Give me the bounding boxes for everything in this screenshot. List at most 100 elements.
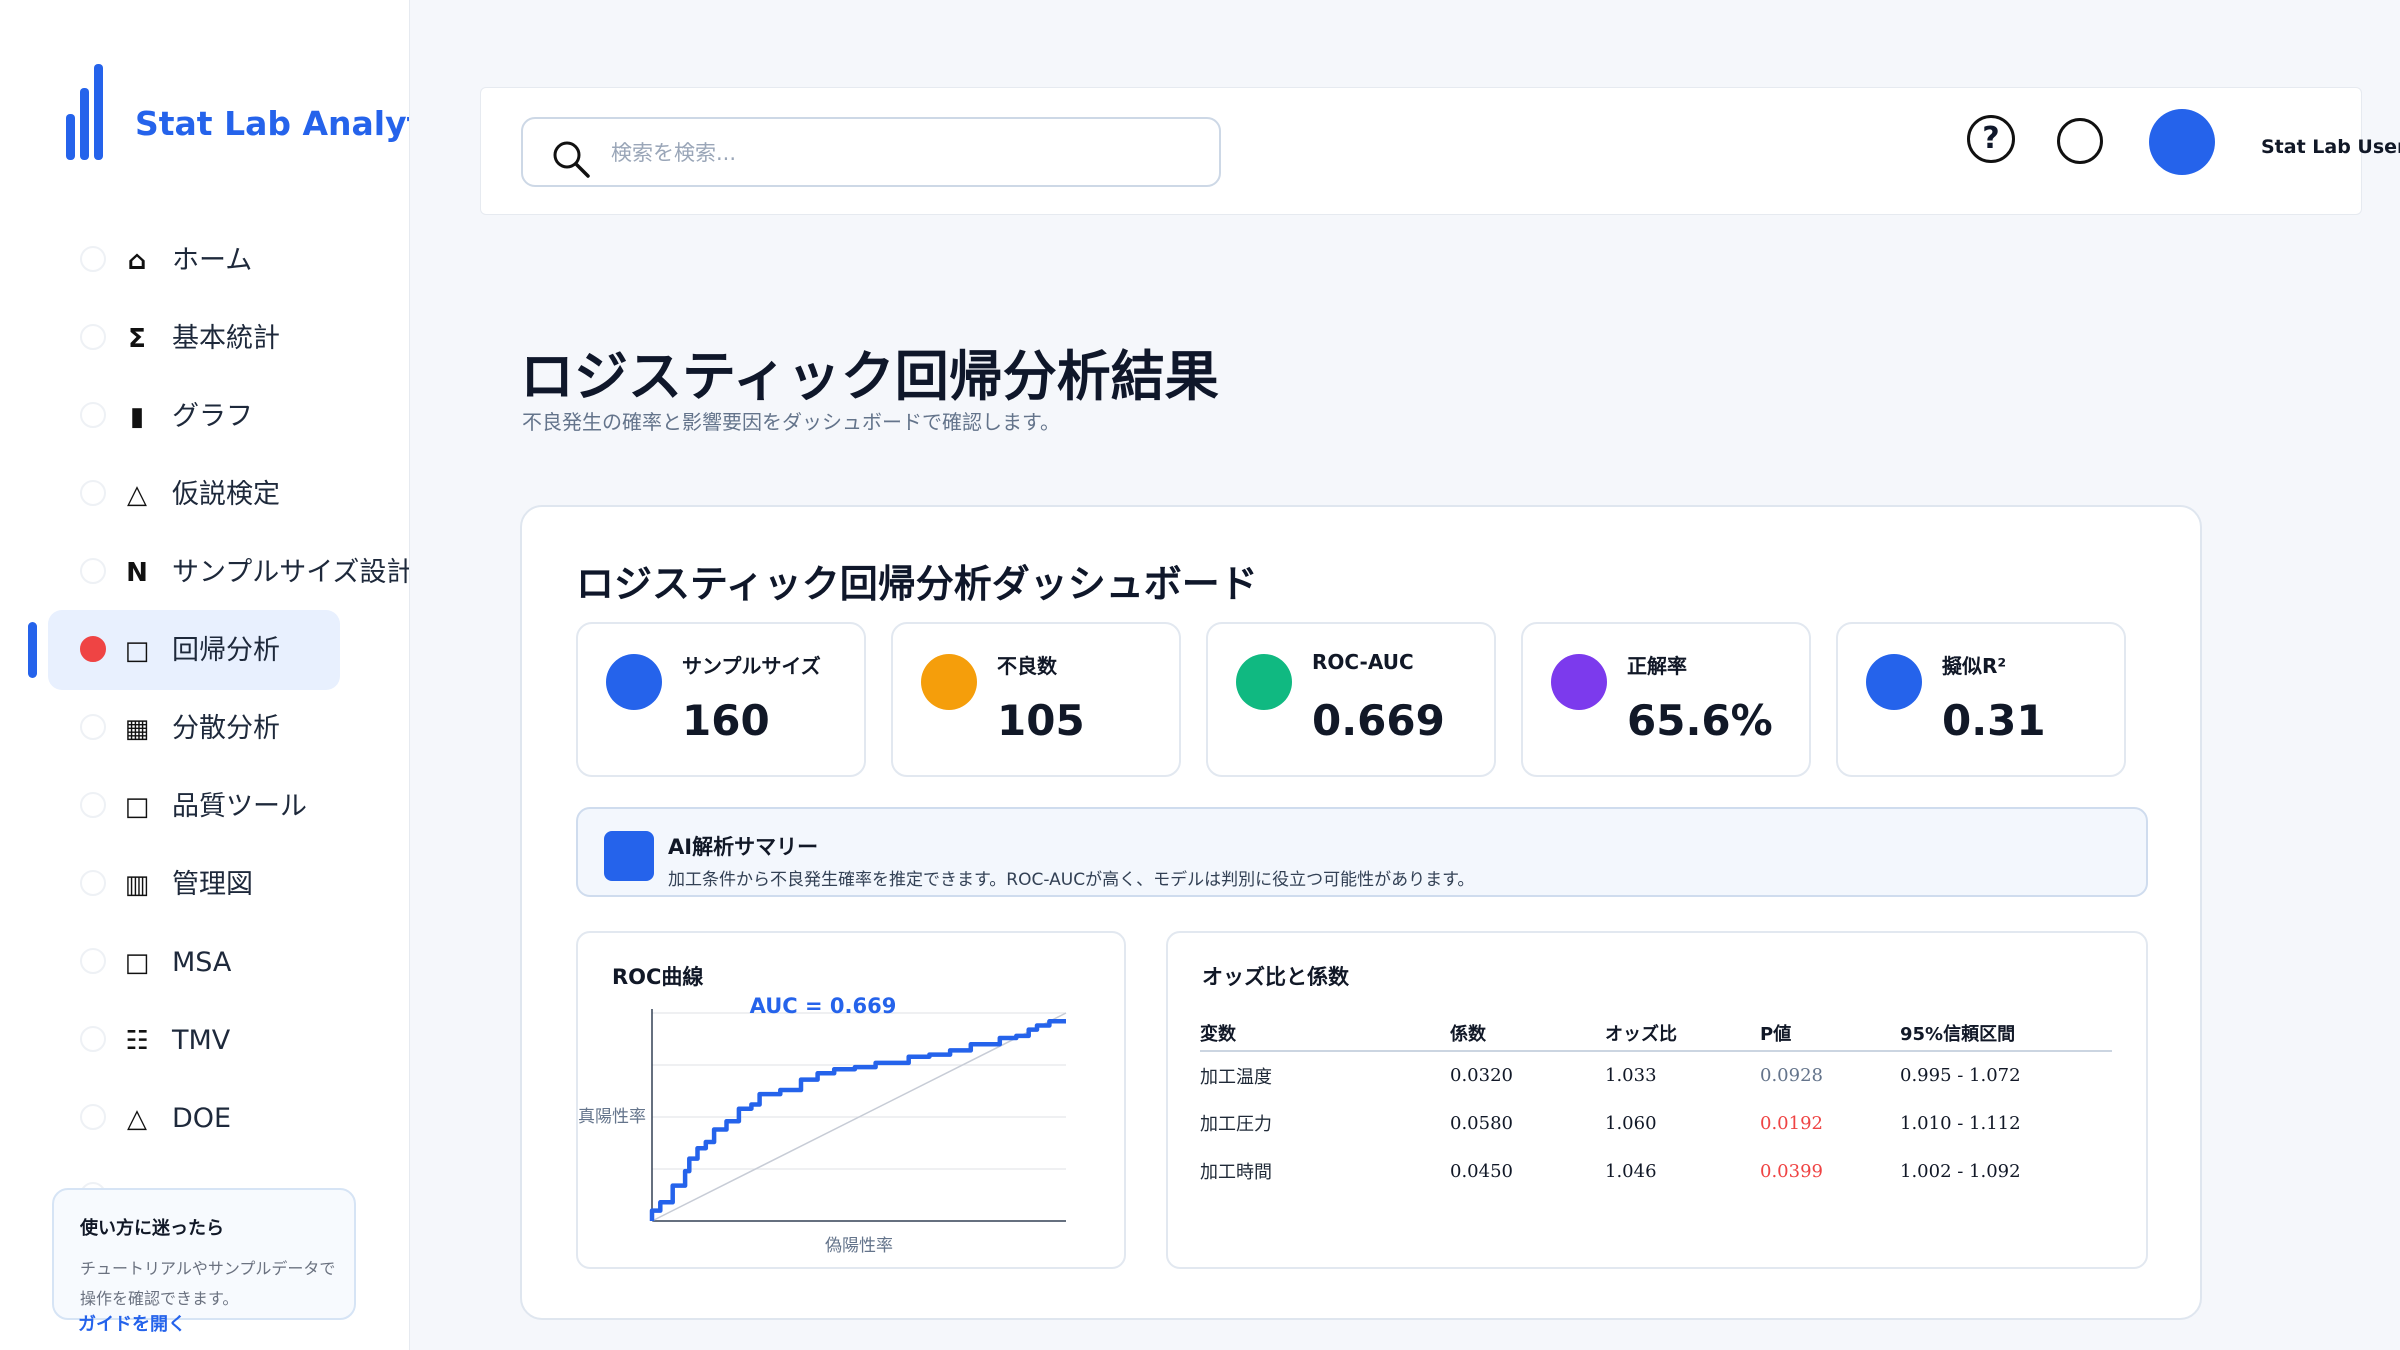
table-cell-coef: 0.0580: [1450, 1112, 1513, 1134]
bar-icon: ▮: [129, 402, 145, 432]
logo-icon: [66, 60, 103, 160]
table-cell-or: 1.046: [1605, 1160, 1657, 1182]
search-input[interactable]: [611, 129, 1191, 177]
sidebar-item[interactable]: Σ 基本統計: [0, 300, 409, 378]
roc-card: ROC曲線 AUC = 0.669 偽陽性率 真陽性率: [576, 931, 1126, 1269]
table-cell-var: 加工圧力: [1200, 1114, 1272, 1135]
help-text: チュートリアルやサンプルデータで操作を確認できます。: [80, 1259, 336, 1308]
search-box[interactable]: [521, 117, 1221, 187]
sidebar-item-label: 分散分析: [172, 713, 280, 744]
table-header: 変数: [1200, 1015, 1450, 1052]
square-icon: □: [124, 948, 150, 978]
help-title: 使い方に迷ったら: [80, 1218, 224, 1239]
active-indicator: [28, 622, 37, 678]
kpi-label: サンプルサイズ: [682, 654, 821, 678]
status-dot: [80, 402, 106, 428]
sidebar-item[interactable]: ▥ 管理図: [0, 846, 409, 924]
odds-table: 変数 係数 オッズ比 P値 95%信頼区間 加工温度 0.0320 1.033 0.0928 0…: [1200, 1015, 2112, 1195]
kpi-card: サンプルサイズ 160: [576, 622, 866, 777]
dashboard-card: ロジスティック回帰分析ダッシュボード サンプルサイズ 160 不良数 105 ROC-A…: [520, 505, 2202, 1320]
kpi-icon: [606, 654, 662, 710]
status-dot: [80, 636, 106, 662]
kpi-card: 不良数 105: [891, 622, 1181, 777]
kpi-card: 正解率 65.6%: [1521, 622, 1811, 777]
kpi-label: 正解率: [1627, 654, 1687, 678]
open-guide-link[interactable]: ガイドを開く: [78, 1310, 186, 1336]
table-header: オッズ比: [1605, 1015, 1760, 1052]
table-header: 95%信頼区間: [1900, 1015, 2112, 1052]
sidebar-item[interactable]: □ 回帰分析: [0, 610, 409, 690]
table-cell-or: 1.060: [1605, 1112, 1657, 1134]
odds-title: オッズ比と係数: [1202, 965, 1349, 989]
triangle-icon: △: [127, 1104, 147, 1134]
grid-icon: ▦: [124, 714, 150, 744]
roc-chart: AUC = 0.669 偽陽性率 真陽性率: [578, 994, 1067, 1256]
sidebar-item[interactable]: □ MSA: [0, 924, 409, 1002]
ai-summary-title: AI解析サマリー: [668, 835, 819, 859]
ai-summary: AI解析サマリー 加工条件から不良発生確率を推定できます。ROC-AUCが高く、…: [576, 807, 2148, 897]
table-cell-p: 0.0399: [1760, 1160, 1823, 1182]
sidebar-item-label: 回帰分析: [172, 635, 280, 666]
sidebar-item[interactable]: ☷ TMV: [0, 1002, 409, 1080]
app-logo[interactable]: Stat Lab Analytics: [66, 60, 409, 160]
help-card: 使い方に迷ったら チュートリアルやサンプルデータで操作を確認できます。: [52, 1188, 356, 1320]
sidebar-item-label: TMV: [172, 1025, 231, 1056]
table-cell-p: 0.0192: [1760, 1112, 1823, 1134]
ai-icon: [604, 831, 654, 881]
kpi-icon: [1866, 654, 1922, 710]
sidebar-item[interactable]: △ DOE: [0, 1080, 409, 1158]
table-cell-var: 加工時間: [1200, 1162, 1272, 1183]
help-icon[interactable]: ?: [1967, 115, 2015, 163]
status-dot: [80, 792, 106, 818]
sidebar-item-label: グラフ: [172, 401, 253, 432]
kpi-label: 擬似R²: [1942, 654, 2007, 678]
status-dot: [80, 1104, 106, 1130]
table-cell-coef: 0.0320: [1450, 1065, 1513, 1086]
search-icon: [553, 141, 590, 178]
triangle-icon: △: [127, 480, 147, 510]
status-dot: [80, 324, 106, 350]
sidebar-item[interactable]: ▦ 分散分析: [0, 690, 409, 768]
table-cell-p: 0.0928: [1760, 1065, 1823, 1086]
sidebar-item-label: DOE: [172, 1103, 232, 1134]
square-icon: □: [124, 792, 150, 822]
sidebar-item[interactable]: ⌂ ホーム: [0, 222, 409, 300]
page-subtitle: 不良発生の確率と影響要因をダッシュボードで確認します。: [522, 410, 1060, 434]
kpi-label: ROC-AUC: [1312, 650, 1414, 674]
table-cell-var: 加工温度: [1200, 1066, 1272, 1088]
y-axis-label: 真陽性率: [578, 1107, 646, 1127]
sigma-icon: Σ: [128, 324, 146, 354]
sidebar-nav: ⌂ ホーム Σ 基本統計 ▮ グラフ △ 仮説検定 N サンプルサイズ設計 □ 回帰分析 ▦ 分散分析 □ 品…: [0, 222, 410, 1198]
table-row: 加工温度 0.0320 1.033 0.0928 0.995 - 1.072: [1200, 1051, 2112, 1099]
kpi-label: 不良数: [997, 654, 1057, 678]
kpi-value: 105: [997, 696, 1085, 745]
sidebar: Stat Lab Analytics ⌂ ホーム Σ 基本統計 ▮ グラフ △ 仮説検定 N サン…: [0, 0, 410, 1350]
sidebar-item-label: ホーム: [172, 245, 253, 276]
kpi-value: 65.6%: [1627, 696, 1773, 745]
table-row: 加工圧力 0.0580 1.060 0.0192 1.010 - 1.112: [1200, 1099, 2112, 1147]
status-dot: [80, 1026, 106, 1052]
square-icon: □: [124, 636, 150, 666]
user-name[interactable]: Stat Lab User: [2261, 136, 2400, 158]
table-row: 加工時間 0.0450 1.046 0.0399 1.002 - 1.092: [1200, 1147, 2112, 1195]
roc-curve: [649, 1019, 1066, 1221]
sidebar-item-label: 品質ツール: [172, 791, 307, 822]
avatar[interactable]: [2149, 109, 2215, 175]
kpi-value: 160: [682, 696, 770, 745]
sidebar-item[interactable]: N サンプルサイズ設計: [0, 534, 410, 612]
kpi-icon: [921, 654, 977, 710]
table-cell-coef: 0.0450: [1450, 1160, 1513, 1182]
sidebar-item[interactable]: ▮ グラフ: [0, 378, 409, 456]
sidebar-item[interactable]: □ 品質ツール: [0, 768, 409, 846]
table-header: 係数: [1450, 1015, 1605, 1052]
sidebar-item-label: サンプルサイズ設計: [172, 557, 410, 588]
kpi-icon: [1236, 654, 1292, 710]
kpi-card: 擬似R² 0.31: [1836, 622, 2126, 777]
kpi-icon: [1551, 654, 1607, 710]
odds-card: オッズ比と係数 変数 係数 オッズ比 P値 95%信頼区間 加工温度 0.0320 1.03…: [1166, 931, 2148, 1269]
status-dot: [80, 246, 106, 272]
status-dot: [80, 480, 106, 506]
notification-icon[interactable]: [2057, 118, 2103, 164]
top-bar: ? Stat Lab User: [480, 87, 2400, 215]
sidebar-item[interactable]: △ 仮説検定: [0, 456, 409, 534]
